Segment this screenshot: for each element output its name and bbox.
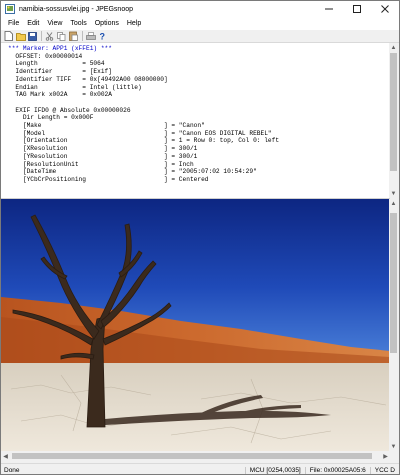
print-icon: [85, 31, 96, 40]
maximize-button[interactable]: [343, 1, 371, 17]
app-window: namibia-sossusvlei.jpg - JPEGsnoop File …: [0, 0, 400, 475]
menu-tools[interactable]: Tools: [66, 20, 90, 27]
log-line: OFFSET: 0x00000014: [8, 52, 83, 60]
log-line: [DateTime ] = "2005:07:02 10:54:29": [8, 168, 257, 176]
clay-pan: [1, 363, 390, 451]
log-line: Identifier TIFF = 0x[49492A00 08000000]: [8, 75, 168, 83]
status-bar: Done MCU [0254,0035] File: 0x00025A05:6 …: [1, 463, 399, 474]
log-output[interactable]: *** Marker: APP1 (xFFE1) *** OFFSET: 0x0…: [1, 43, 390, 199]
marker-header: *** Marker: APP1 (xFFE1) ***: [8, 45, 112, 52]
menu-edit[interactable]: Edit: [23, 20, 43, 27]
maximize-icon: [353, 5, 361, 13]
copy-button[interactable]: [56, 31, 67, 42]
log-line: [Model ] = "Canon EOS DIGITAL REBEL": [8, 129, 272, 137]
log-line: TAG Mark x002A = 0x002A: [8, 91, 112, 99]
close-icon: [381, 5, 389, 13]
menu-bar: File Edit View Tools Options Help: [1, 17, 399, 30]
log-line: [Make ] = "Canon": [8, 122, 205, 130]
scroll-up-icon[interactable]: ▲: [389, 199, 398, 208]
title-bar[interactable]: namibia-sossusvlei.jpg - JPEGsnoop: [1, 1, 399, 17]
scroll-right-icon[interactable]: ▶: [381, 451, 390, 461]
scroll-down-icon[interactable]: ▼: [389, 189, 398, 198]
paste-button[interactable]: [68, 31, 79, 42]
log-line: [Orientation ] = 1 = Row 0: top, Col 0: …: [8, 137, 280, 145]
new-icon: [4, 31, 13, 41]
log-line: Length = 5064: [8, 60, 105, 68]
open-button[interactable]: [15, 31, 26, 42]
menu-view[interactable]: View: [43, 20, 66, 27]
image-vertical-scrollbar[interactable]: ▲ ▼: [389, 199, 398, 451]
log-line: [YResolution ] = 300/1: [8, 152, 198, 160]
new-button[interactable]: [3, 31, 14, 42]
status-ycc: YCC D: [369, 467, 399, 474]
help-icon: ?: [100, 32, 106, 42]
cut-icon: [45, 31, 54, 41]
log-line: [ResolutionUnit ] = Inch: [8, 160, 194, 168]
svg-text:?: ?: [100, 32, 106, 42]
log-vertical-scrollbar[interactable]: ▲ ▼: [389, 43, 398, 198]
save-icon: [28, 31, 37, 41]
scroll-up-icon[interactable]: ▲: [389, 43, 398, 52]
app-icon: [5, 4, 15, 14]
log-line: EXIF IFD0 @ Absolute 0x00000026: [8, 106, 131, 114]
toolbar-separator: [82, 31, 83, 41]
image-horizontal-scrollbar[interactable]: ◀ ▶: [1, 451, 390, 461]
menu-help[interactable]: Help: [123, 20, 145, 27]
window-title: namibia-sossusvlei.jpg - JPEGsnoop: [19, 5, 133, 13]
log-scroll-thumb[interactable]: [390, 53, 397, 171]
log-line: Endian = Intel (little): [8, 83, 142, 91]
toolbar-separator: [41, 31, 42, 41]
paste-icon: [69, 31, 78, 41]
minimize-icon: [325, 8, 333, 10]
menu-file[interactable]: File: [4, 20, 23, 27]
open-icon: [15, 32, 26, 41]
image-scroll-thumb[interactable]: [390, 213, 397, 353]
scroll-down-icon[interactable]: ▼: [389, 442, 398, 451]
status-file-offset: File: 0x00025A05:6: [304, 467, 370, 474]
scroll-left-icon[interactable]: ◀: [1, 451, 10, 461]
log-line: Identifier = [Exif]: [8, 68, 112, 76]
image-preview[interactable]: [1, 199, 390, 451]
photo-canvas: [1, 199, 390, 451]
log-line: [YCbCrPositioning ] = Centered: [8, 175, 209, 183]
status-text: Done: [4, 467, 20, 474]
toolbar: ?: [1, 30, 399, 43]
print-button[interactable]: [85, 31, 96, 42]
log-line: [XResolution ] = 300/1: [8, 145, 198, 153]
image-hscroll-thumb[interactable]: [12, 453, 372, 459]
save-button[interactable]: [27, 31, 38, 42]
help-button[interactable]: ?: [97, 31, 108, 42]
log-text: *** Marker: APP1 (xFFE1) *** OFFSET: 0x0…: [1, 43, 390, 184]
minimize-button[interactable]: [315, 1, 343, 17]
close-button[interactable]: [371, 1, 399, 17]
log-line: Dir Length = 0x000F: [8, 114, 94, 122]
status-mcu: MCU [0254,0035]: [244, 467, 305, 474]
menu-options[interactable]: Options: [91, 20, 123, 27]
cut-button[interactable]: [44, 31, 55, 42]
copy-icon: [57, 31, 66, 41]
